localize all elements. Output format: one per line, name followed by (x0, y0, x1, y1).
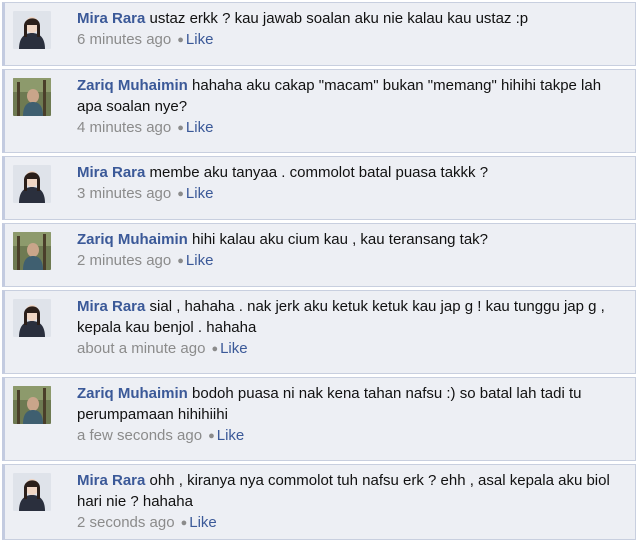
avatar[interactable] (13, 232, 51, 270)
separator-dot: ● (177, 34, 184, 46)
comment-timestamp[interactable]: about a minute ago (77, 340, 205, 357)
comment-item: Mira Rara sial , hahaha . nak jerk aku k… (2, 290, 636, 374)
comment-author[interactable]: Zariq Muhaimin (77, 77, 188, 94)
comment-author[interactable]: Mira Rara (77, 298, 145, 315)
comment-timestamp[interactable]: 6 minutes ago (77, 31, 171, 48)
like-link[interactable]: Like (186, 185, 214, 202)
avatar[interactable] (13, 11, 51, 49)
comment-text: membe aku tanyaa . commolot batal puasa … (149, 164, 489, 181)
comment-thread: Mira Rara ustaz erkk ? kau jawab soalan … (0, 0, 640, 541)
comment-author[interactable]: Zariq Muhaimin (77, 231, 188, 248)
separator-dot: ● (180, 517, 188, 529)
avatar[interactable] (13, 78, 51, 116)
comment-author[interactable]: Zariq Muhaimin (77, 385, 188, 402)
comment-timestamp[interactable]: 2 minutes ago (77, 252, 171, 269)
avatar[interactable] (13, 165, 51, 203)
comment-item: Mira Rara ohh , kiranya nya commolot tuh… (2, 464, 636, 540)
separator-dot: ● (211, 343, 219, 355)
comment-text: ohh , kiranya nya commolot tuh nafsu erk… (77, 472, 610, 510)
comment-author[interactable]: Mira Rara (77, 164, 145, 181)
comment-timestamp[interactable]: 2 seconds ago (77, 514, 175, 531)
comment-item: Zariq Muhaimin bodoh puasa ni nak kena t… (2, 377, 636, 461)
comment-item: Mira Rara membe aku tanyaa . commolot ba… (2, 156, 636, 220)
comment-timestamp[interactable]: 3 minutes ago (77, 185, 171, 202)
comment-item: Zariq Muhaimin hihi kalau aku cium kau ,… (2, 223, 636, 287)
separator-dot: ● (177, 122, 184, 134)
separator-dot: ● (177, 255, 184, 267)
avatar[interactable] (13, 473, 51, 511)
comment-author[interactable]: Mira Rara (77, 10, 145, 27)
comment-text: ustaz erkk ? kau jawab soalan aku nie ka… (149, 10, 529, 27)
comment-text: sial , hahaha . nak jerk aku ketuk ketuk… (77, 298, 605, 336)
comment-item: Zariq Muhaimin hahaha aku cakap "macam" … (2, 69, 636, 153)
separator-dot: ● (208, 430, 215, 442)
comment-item: Mira Rara ustaz erkk ? kau jawab soalan … (2, 2, 636, 66)
comment-timestamp[interactable]: a few seconds ago (77, 427, 202, 444)
separator-dot: ● (177, 188, 184, 200)
like-link[interactable]: Like (189, 514, 217, 531)
like-link[interactable]: Like (186, 119, 214, 136)
comment-author[interactable]: Mira Rara (77, 472, 145, 489)
like-link[interactable]: Like (217, 427, 245, 444)
comment-text: hihi kalau aku cium kau , kau teransang … (192, 231, 489, 248)
like-link[interactable]: Like (186, 31, 214, 48)
like-link[interactable]: Like (220, 340, 248, 357)
avatar[interactable] (13, 386, 51, 424)
avatar[interactable] (13, 299, 51, 337)
like-link[interactable]: Like (186, 252, 214, 269)
comment-timestamp[interactable]: 4 minutes ago (77, 119, 171, 136)
